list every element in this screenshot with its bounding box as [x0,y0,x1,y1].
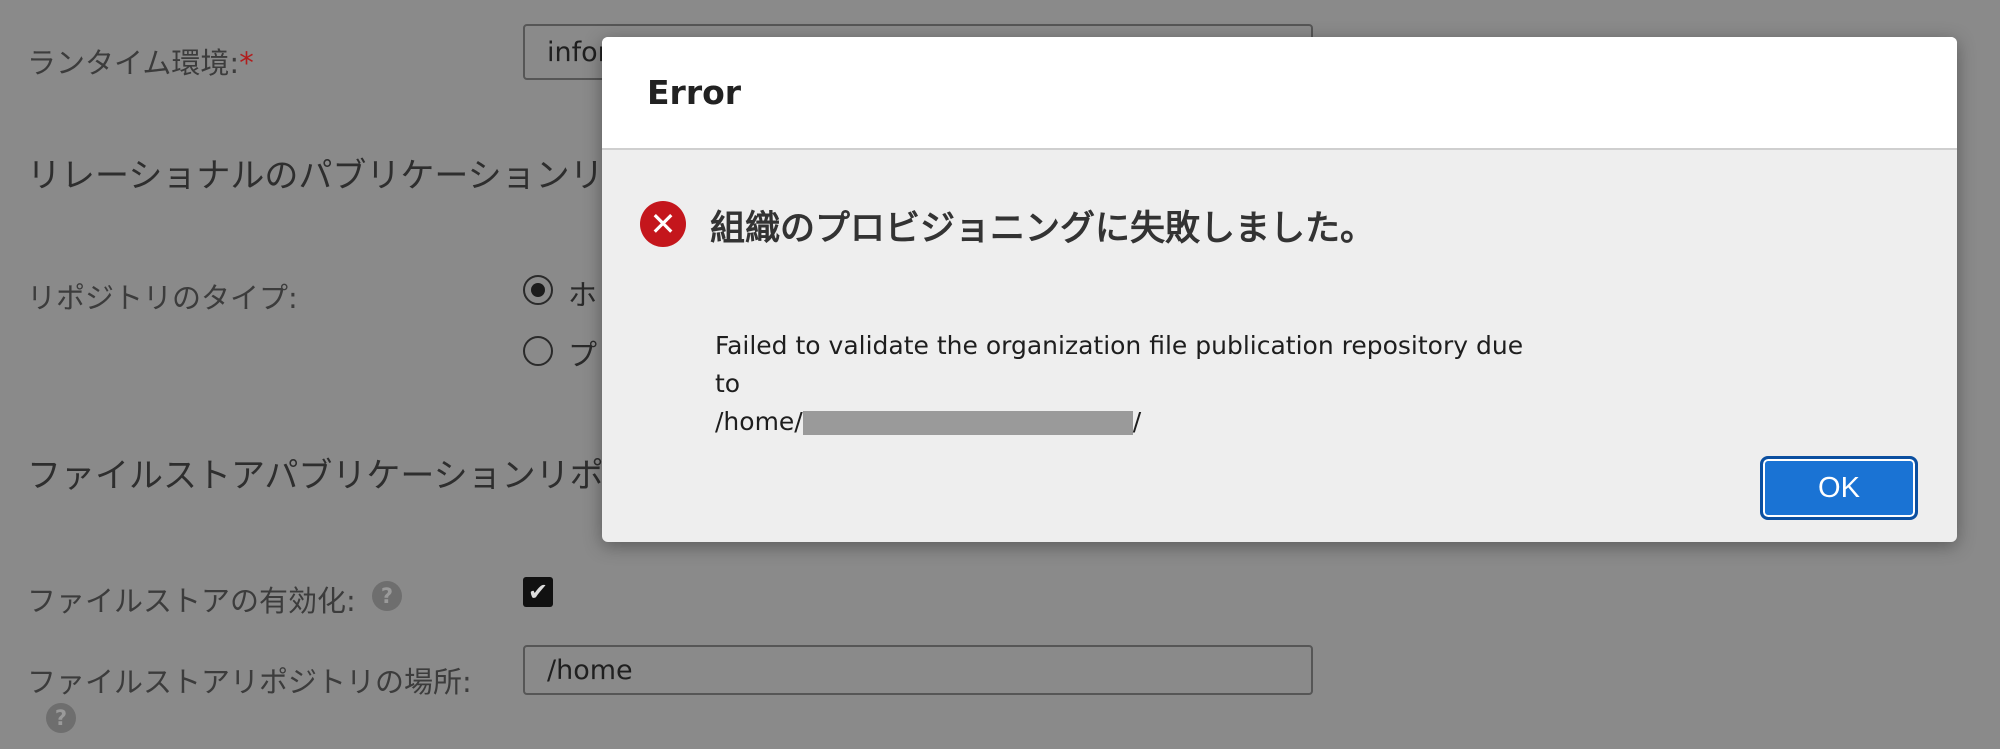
error-message-line-2: /home// [715,407,1142,436]
filestore-enable-label: ファイルストアの有効化: [27,584,356,618]
error-message-line-1: Failed to validate the organization file… [715,331,1524,398]
repository-type-option-1-label: ホ [568,278,598,312]
checkmark-icon: ✔ [527,578,549,606]
dialog-header: Error [602,37,1957,150]
filestore-section-title: ファイルストアパブリケーションリポ [27,456,604,496]
filestore-location-input[interactable]: /home [523,645,1313,695]
redacted-path [802,411,1133,435]
filestore-enable-checkbox[interactable]: ✔ [523,577,553,607]
repository-type-radio-2[interactable] [523,336,553,366]
relational-section-title: リレーショナルのパブリケーションリ [27,156,604,196]
error-message: Failed to validate the organization file… [715,327,1535,441]
error-dialog: Error ✕ 組織のプロビジョニングに失敗しました。 Failed to va… [602,37,1957,542]
dialog-title: Error [647,73,742,112]
error-heading: 組織のプロビジョニングに失敗しました。 [710,209,1376,249]
runtime-label: ランタイム環境:* [27,46,254,80]
required-marker: * [239,46,254,80]
repository-type-radio-1[interactable] [523,275,553,305]
repository-type-label: リポジトリのタイプ: [27,281,298,315]
question-circle-icon[interactable]: ? [372,581,402,611]
repository-type-option-2-label: プ [568,338,598,372]
question-circle-icon[interactable]: ? [46,703,76,733]
error-circle-x-icon: ✕ [640,201,686,247]
filestore-location-label: ファイルストアリポジトリの場所: [27,665,472,699]
ok-button[interactable]: OK [1760,456,1918,520]
